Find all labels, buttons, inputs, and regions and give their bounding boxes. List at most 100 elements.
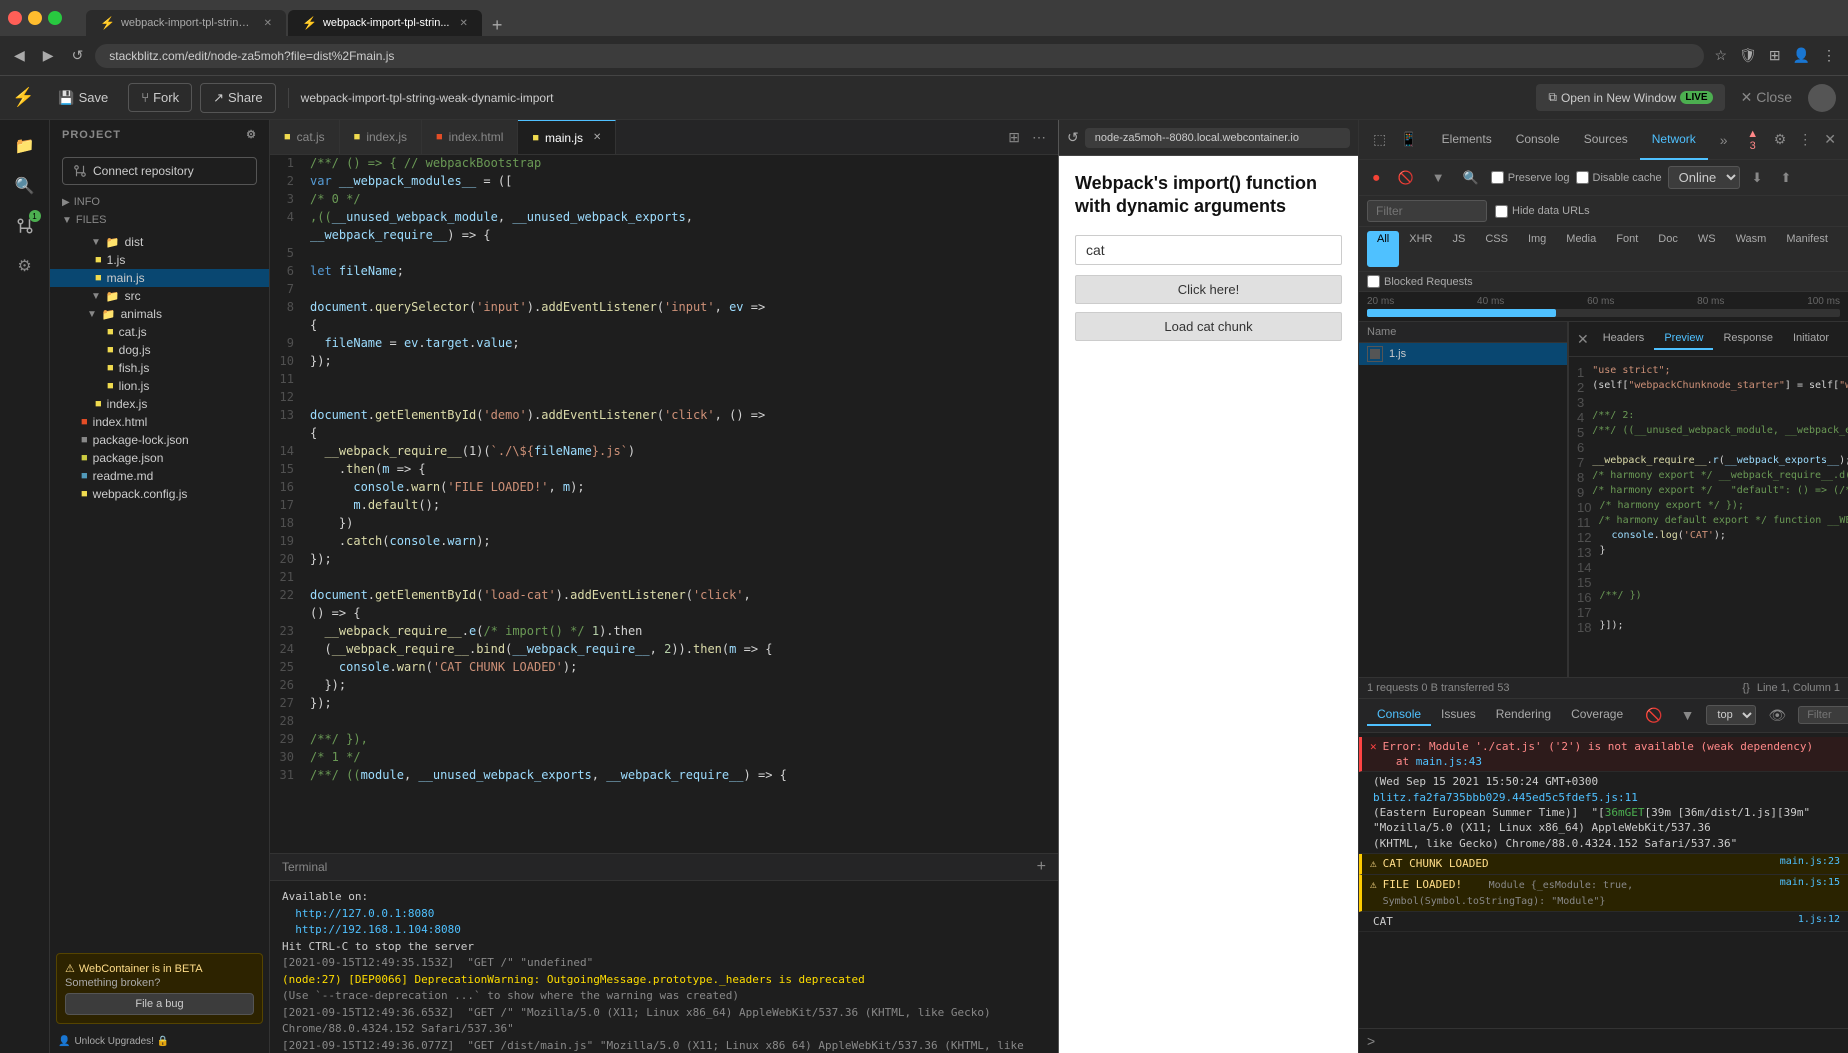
console-tab-console[interactable]: Console [1367, 704, 1431, 726]
network-filter-input[interactable] [1367, 200, 1487, 222]
tab2-close[interactable]: ✕ [460, 18, 468, 29]
devtools-close-button[interactable]: ✕ [1820, 124, 1840, 156]
devtools-more-tabs[interactable]: » [1714, 132, 1734, 148]
console-tab-rendering[interactable]: Rendering [1486, 704, 1561, 726]
fe-file-dogjs[interactable]: ■ dog.js [50, 341, 269, 359]
forward-button[interactable]: ▶ [37, 43, 60, 68]
terminal-add-button[interactable]: + [1037, 858, 1046, 876]
address-bar[interactable] [95, 44, 1704, 68]
console-filter-input[interactable] [1798, 706, 1848, 724]
devtools-settings-button[interactable]: ⚙ [1770, 124, 1791, 156]
console-tab-coverage[interactable]: Coverage [1561, 704, 1633, 726]
devtools-tab-network[interactable]: Network [1640, 120, 1708, 160]
main-js-link[interactable]: main.js:43 [1416, 755, 1482, 768]
browser-tab-1[interactable]: ⚡ webpack-import-tpl-string-w... ✕ [86, 10, 286, 36]
console-filter-icon[interactable]: ▼ [1675, 703, 1701, 727]
preview-url-bar[interactable] [1085, 128, 1350, 148]
profile-button[interactable]: 👤 [1789, 43, 1814, 68]
blocked-requests-input[interactable] [1367, 275, 1380, 288]
fe-file-1js[interactable]: ■ 1.js [50, 251, 269, 269]
shield-icon[interactable]: 🛡 [1735, 43, 1761, 68]
click-here-button[interactable]: Click here! [1075, 275, 1342, 304]
nd-tab-headers[interactable]: Headers [1593, 328, 1655, 350]
reload-button[interactable]: ↺ [66, 43, 90, 68]
devtools-error-badge[interactable]: ▲ 3 [1740, 124, 1766, 156]
browser-tab-2[interactable]: ⚡ webpack-import-tpl-strin... ✕ [288, 10, 482, 36]
devtools-tab-elements[interactable]: Elements [1430, 120, 1504, 160]
preview-refresh-button[interactable]: ↺ [1067, 129, 1079, 146]
fe-info-section[interactable]: ▶ INFO [50, 193, 269, 211]
connect-repository-button[interactable]: Connect repository [62, 157, 257, 185]
blitz-link[interactable]: blitz.fa2fa735bbb029.445ed5c5fdef5.js:11 [1373, 791, 1638, 804]
extensions-button[interactable]: ⊞ [1765, 43, 1785, 68]
console-clear-button[interactable]: 🚫 [1639, 703, 1668, 728]
nd-tab-initiator[interactable]: Initiator [1783, 328, 1839, 350]
fe-file-indexhtml[interactable]: ■ index.html [50, 413, 269, 431]
fe-file-packagejson[interactable]: ■ package.json [50, 449, 269, 467]
fe-gear-icon[interactable]: ⚙ [246, 128, 257, 141]
fork-button[interactable]: ⑂ Fork [128, 83, 192, 112]
net-type-ws[interactable]: WS [1688, 231, 1726, 267]
nd-tab-response[interactable]: Response [1713, 328, 1783, 350]
disable-cache-input[interactable] [1576, 171, 1589, 184]
devtools-tab-sources[interactable]: Sources [1572, 120, 1640, 160]
network-export-button[interactable]: ⬆ [1775, 167, 1798, 189]
net-req-row-1js[interactable]: 1.js [1359, 343, 1567, 365]
fe-file-readmemd[interactable]: ■ readme.md [50, 467, 269, 485]
fe-folder-animals[interactable]: ▼ 📁 animals [50, 305, 269, 323]
user-avatar[interactable] [1808, 84, 1836, 112]
fe-file-fishjs[interactable]: ■ fish.js [50, 359, 269, 377]
fe-folder-dist[interactable]: ▼ 📁 dist [50, 233, 269, 251]
tab1-close[interactable]: ✕ [264, 18, 272, 29]
console-context-select[interactable]: top [1706, 705, 1756, 725]
fe-file-webpackconfig[interactable]: ■ webpack.config.js [50, 485, 269, 503]
net-type-all[interactable]: All [1367, 231, 1399, 267]
net-type-wasm[interactable]: Wasm [1726, 231, 1777, 267]
share-button[interactable]: ↗ Share [200, 83, 276, 113]
editor-tab-indexhtml[interactable]: ■ index.html [422, 120, 518, 155]
net-type-js[interactable]: JS [1442, 231, 1475, 267]
net-type-img[interactable]: Img [1518, 231, 1556, 267]
code-editor[interactable]: 1 /**/ () => { // webpackBootstrap 2 var… [270, 155, 1058, 853]
preview-text-input[interactable] [1075, 235, 1342, 265]
console-tab-issues[interactable]: Issues [1431, 704, 1486, 726]
editor-tab-catjs[interactable]: ■ cat.js [270, 120, 340, 155]
network-import-button[interactable]: ⬇ [1746, 167, 1769, 189]
network-clear-button[interactable]: 🚫 [1392, 167, 1420, 189]
console-input[interactable] [1381, 1035, 1840, 1048]
load-cat-chunk-button[interactable]: Load cat chunk [1075, 312, 1342, 341]
window-close-button[interactable] [8, 11, 22, 25]
main-js-23-link[interactable]: main.js:23 [1780, 856, 1840, 867]
net-type-manifest[interactable]: Manifest [1776, 231, 1838, 267]
sidebar-item-files[interactable]: 📁 [7, 128, 43, 164]
devtools-tab-console[interactable]: Console [1504, 120, 1572, 160]
devtools-dots-button[interactable]: ⋮ [1794, 124, 1816, 156]
throttle-select[interactable]: Online [1668, 166, 1740, 189]
fe-file-mainjs[interactable]: ■ main.js [50, 269, 269, 287]
menu-button[interactable]: ⋮ [1818, 43, 1840, 68]
editor-tab-mainjs[interactable]: ■ main.js ✕ [518, 120, 616, 155]
fe-folder-src[interactable]: ▼ 📁 src [50, 287, 269, 305]
1js-12-link[interactable]: 1.js:12 [1798, 914, 1840, 925]
close-preview-button[interactable]: ✕ Close [1733, 85, 1800, 110]
fe-file-indexjs[interactable]: ■ index.js [50, 395, 269, 413]
sidebar-item-settings[interactable]: ⚙ [7, 248, 43, 284]
network-filter-toggle[interactable]: ▼ [1426, 167, 1451, 188]
fe-file-lionjs[interactable]: ■ lion.js [50, 377, 269, 395]
sidebar-item-git[interactable]: 1 [7, 208, 43, 244]
tab-close-icon[interactable]: ✕ [593, 132, 601, 143]
open-in-new-window-button[interactable]: ⧉ Open in New Window LIVE [1536, 84, 1724, 111]
net-type-font[interactable]: Font [1606, 231, 1648, 267]
new-tab-button[interactable]: + [484, 15, 511, 36]
nd-tab-timing[interactable]: Timing [1839, 328, 1848, 350]
devtools-device-button[interactable]: 📱 [1394, 127, 1423, 152]
network-record-button[interactable]: ⏺ [1367, 167, 1386, 189]
file-bug-button[interactable]: File a bug [65, 993, 254, 1015]
window-minimize-button[interactable] [28, 11, 42, 25]
more-tab-button[interactable]: ⋯ [1028, 127, 1050, 148]
bookmark-button[interactable]: ☆ [1710, 43, 1731, 68]
preserve-log-checkbox[interactable]: Preserve log [1491, 171, 1570, 184]
main-js-15-link[interactable]: main.js:15 [1780, 877, 1840, 888]
nd-close-button[interactable]: ✕ [1577, 331, 1589, 348]
net-type-xhr[interactable]: XHR [1399, 231, 1442, 267]
